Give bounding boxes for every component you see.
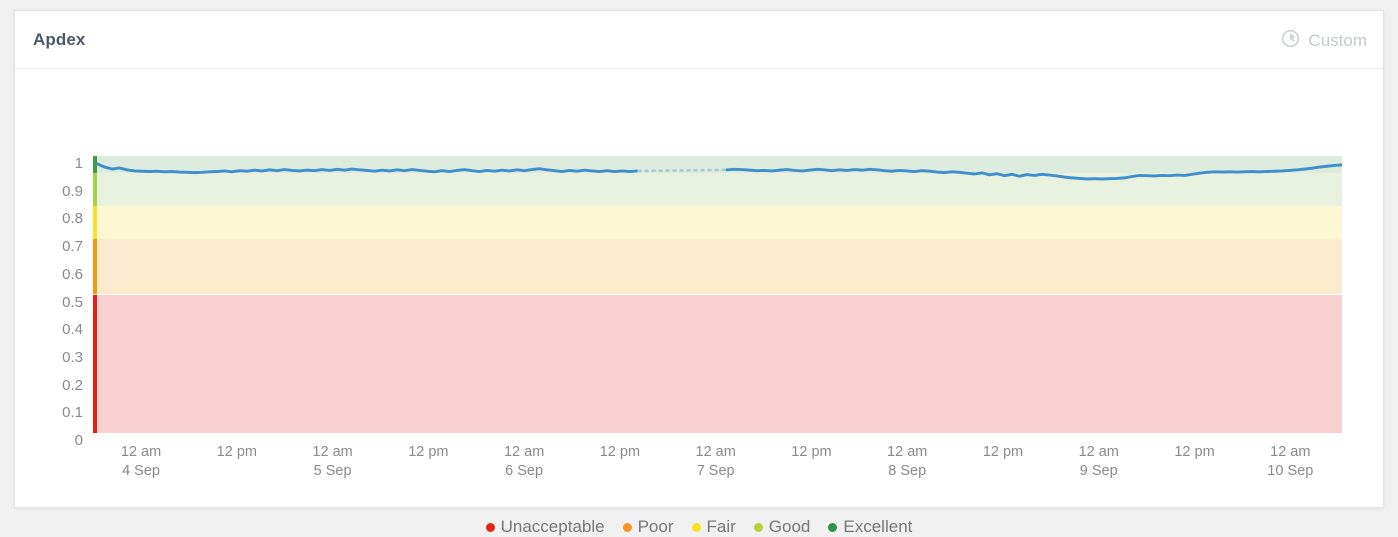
legend-label: Fair [706, 517, 736, 536]
x-tick-date: 5 Sep [313, 463, 352, 480]
panel-header: Apdex Custom [15, 11, 1383, 69]
series-line-segment [97, 162, 639, 175]
y-axis-tick: 0.3 [62, 348, 83, 366]
legend-item-good[interactable]: Good [753, 517, 811, 537]
legend-swatch-icon [622, 522, 632, 532]
plot-wrapper: 1 0.9 0.8 0.7 0.6 0.5 0.4 0.3 0.2 0.1 0 [15, 69, 1383, 448]
x-tick-time: 12 pm [791, 444, 832, 460]
y-axis-tick: 0.4 [62, 321, 83, 339]
x-tick-time: 12 pm [1174, 444, 1215, 460]
legend-item-poor[interactable]: Poor [622, 517, 674, 537]
series-overlay [97, 162, 1342, 181]
legend-swatch-icon [828, 522, 838, 532]
x-tick-time: 12 am [1078, 444, 1119, 460]
x-axis-tick: 12 pm [600, 443, 640, 462]
x-axis-labels: 12 am 4 Sep 12 pm 12 am 5 Sep 12 pm 12 am 6 Sep… [97, 443, 1342, 489]
x-axis-tick: 12 pm [1174, 443, 1214, 462]
time-range-label: Custom [1308, 31, 1367, 50]
y-axis-tick: 0 [74, 432, 83, 449]
legend-swatch-icon [753, 522, 763, 532]
x-axis-tick: 12 am 9 Sep [1079, 443, 1119, 481]
series-line-segment [725, 163, 1342, 181]
series-gap-dotted-line [637, 168, 728, 173]
legend-item-fair[interactable]: Fair [691, 517, 736, 537]
x-axis-tick: 12 am 6 Sep [504, 443, 544, 481]
x-axis-tick: 12 am 4 Sep [121, 443, 161, 481]
x-tick-date: 9 Sep [1079, 463, 1118, 480]
chart-legend: Unacceptable Poor Fair Good Excellent [15, 517, 1383, 537]
y-axis-tick: 0.2 [62, 376, 83, 394]
x-tick-date: 10 Sep [1267, 463, 1314, 480]
time-range-selector[interactable]: Custom [1281, 29, 1367, 53]
y-axis-tick: 0.8 [62, 210, 83, 228]
x-axis-tick: 12 pm [217, 443, 257, 462]
x-axis-tick: 12 am 5 Sep [312, 443, 352, 481]
legend-item-unacceptable[interactable]: Unacceptable [485, 517, 605, 537]
x-tick-date: 8 Sep [888, 463, 927, 480]
x-axis-tick: 12 pm [791, 443, 831, 462]
page-title: Apdex [33, 30, 86, 49]
x-axis-tick: 12 am 7 Sep [696, 443, 736, 481]
x-tick-time: 12 pm [599, 444, 641, 460]
plot-area [97, 156, 1342, 433]
legend-swatch-icon [691, 522, 701, 532]
y-axis-tick: 0.1 [62, 404, 83, 422]
y-axis-tick: 0.5 [62, 293, 83, 311]
y-axis-tick: 0.6 [62, 265, 83, 283]
clock-icon [1281, 29, 1300, 53]
legend-swatch-icon [485, 522, 495, 532]
x-tick-time: 12 am [503, 444, 545, 460]
x-tick-date: 7 Sep [696, 463, 735, 480]
x-tick-date: 6 Sep [505, 463, 544, 480]
legend-label: Excellent [843, 517, 913, 536]
x-tick-time: 12 am [887, 444, 928, 460]
x-tick-time: 12 am [1270, 444, 1311, 460]
legend-label: Good [768, 517, 811, 536]
apdex-panel-card: Apdex Custom 1 0.9 0.8 0.7 0.6 0.5 0.4 0.3 0.2 0.… [14, 10, 1384, 536]
x-axis-tick: 12 am 8 Sep [887, 443, 927, 481]
x-axis-tick: 12 am 10 Sep [1267, 443, 1313, 481]
y-axis-tick: 0.9 [62, 182, 83, 200]
x-axis-tick: 12 pm [983, 443, 1023, 462]
y-axis-tick: 0.7 [62, 238, 83, 256]
x-tick-time: 12 am [312, 444, 353, 460]
legend-label: Unacceptable [500, 517, 605, 536]
y-axis-tick: 1 [74, 155, 83, 172]
legend-item-excellent[interactable]: Excellent [828, 517, 912, 537]
x-tick-date: 4 Sep [122, 463, 160, 480]
x-tick-time: 12 pm [216, 444, 257, 460]
x-tick-time: 12 am [695, 444, 736, 460]
legend-label: Poor [637, 517, 674, 536]
x-axis-tick: 12 pm [408, 443, 448, 462]
x-tick-time: 12 am [120, 444, 162, 460]
x-tick-time: 12 pm [408, 444, 449, 460]
x-tick-time: 12 pm [982, 444, 1024, 460]
chart-body: 1 0.9 0.8 0.7 0.6 0.5 0.4 0.3 0.2 0.1 0 12 am 4 Sep… [15, 69, 1383, 536]
